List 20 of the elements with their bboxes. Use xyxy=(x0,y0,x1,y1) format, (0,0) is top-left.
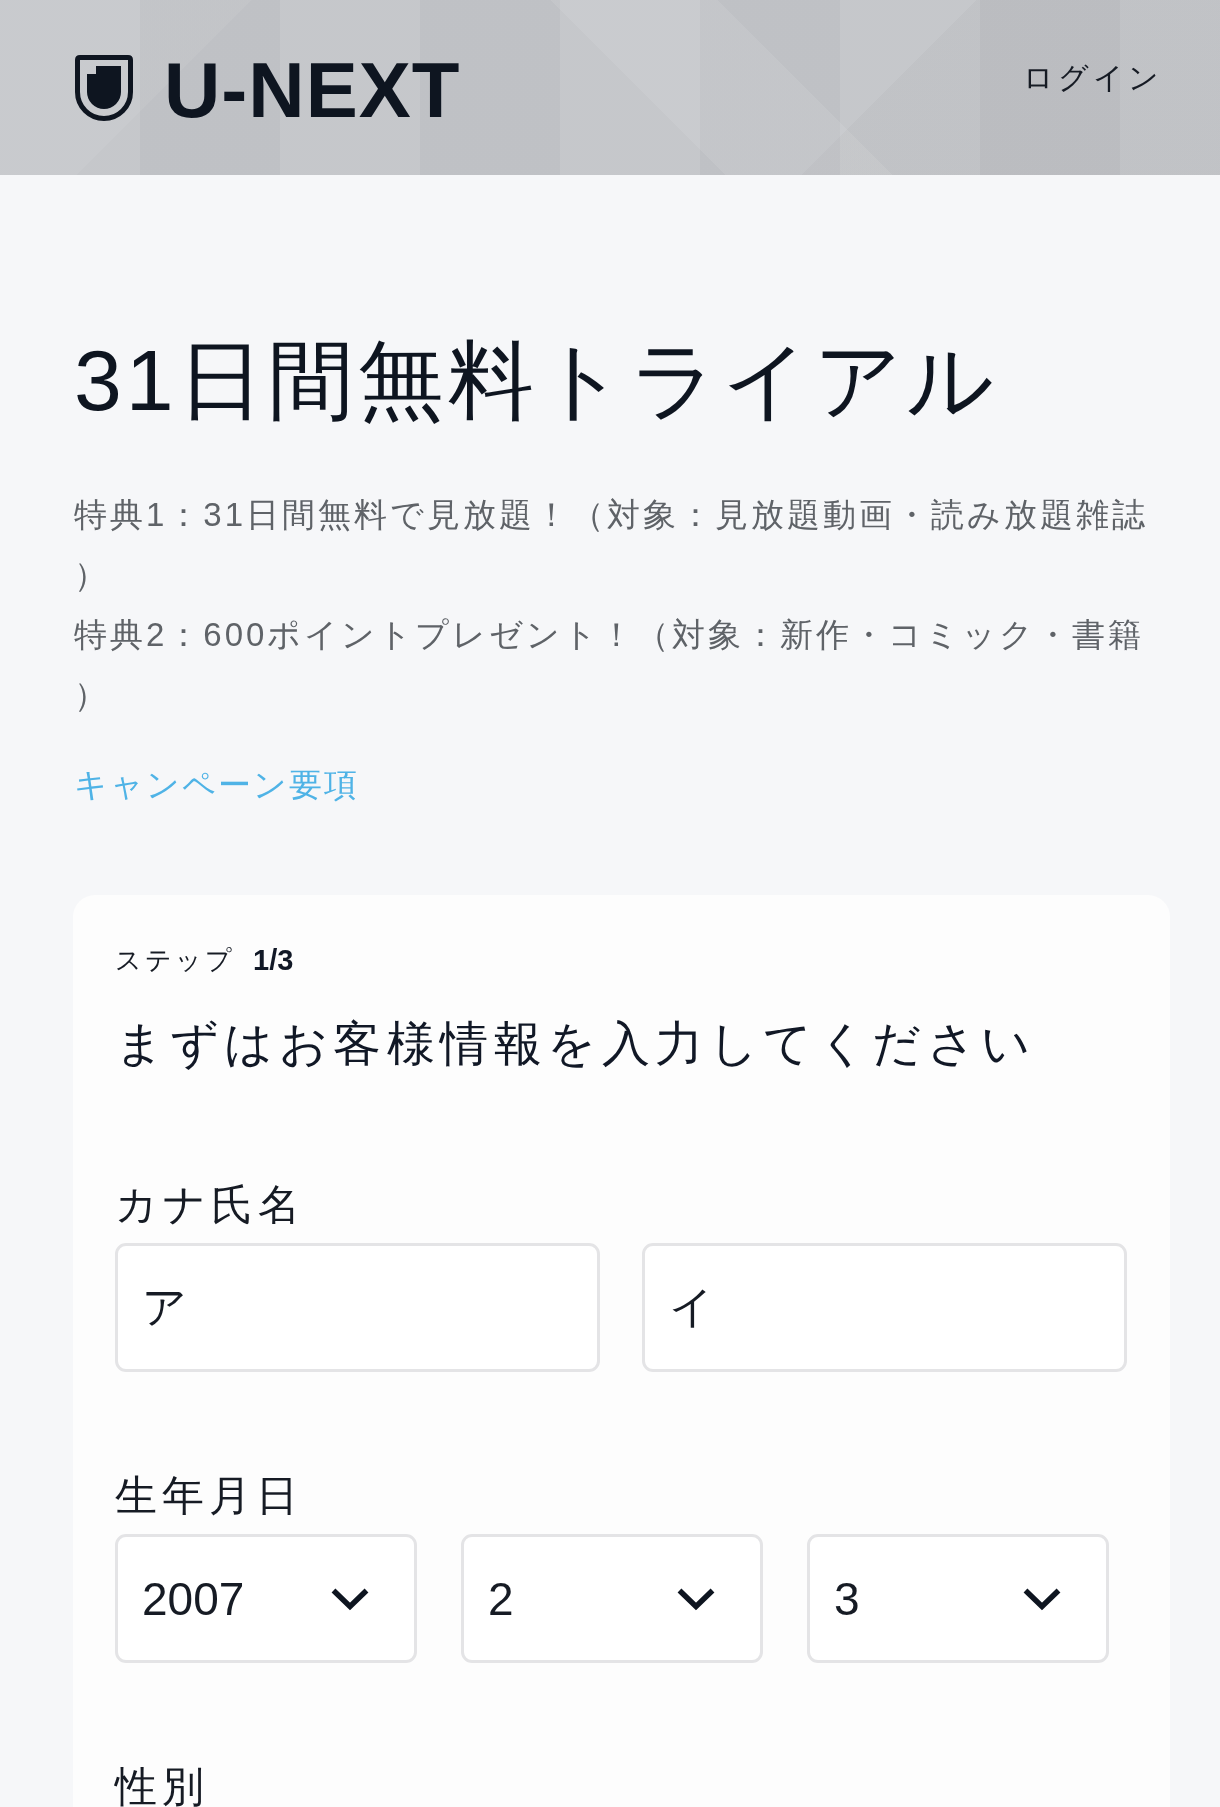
step-label: ステップ xyxy=(115,944,235,977)
perk-text: 特典1：31日間無料で見放題！（対象：見放題動画・読み放題雑誌） xyxy=(74,495,1150,595)
step-count: 1/3 xyxy=(253,943,294,978)
perk-text: 特典2：600ポイントプレゼント！（対象：新作・コミック・書籍） xyxy=(74,615,1146,715)
logo-link[interactable]: U-NEXT xyxy=(74,46,461,129)
chevron-down-icon xyxy=(676,1586,716,1611)
date-dropdown[interactable]: 2007 xyxy=(115,1534,417,1663)
form-heading: まずはお客様情報を入力してください xyxy=(115,1016,1036,1072)
field-label: カナ氏名 xyxy=(115,1182,305,1228)
login-link[interactable]: ログイン xyxy=(1023,58,1163,97)
date-dropdown[interactable]: 3 xyxy=(807,1534,1109,1663)
field-label: 生年月日 xyxy=(115,1473,303,1519)
shield-icon xyxy=(74,53,134,122)
page-title: 31日間無料トライアル xyxy=(74,331,998,430)
chevron-down-icon xyxy=(1022,1586,1062,1611)
field-label: 性別 xyxy=(115,1764,209,1807)
date-dropdown[interactable]: 2 xyxy=(461,1534,763,1663)
name-input[interactable]: ア xyxy=(115,1243,600,1372)
chevron-down-icon xyxy=(330,1586,370,1611)
name-input[interactable]: イ xyxy=(642,1243,1127,1372)
